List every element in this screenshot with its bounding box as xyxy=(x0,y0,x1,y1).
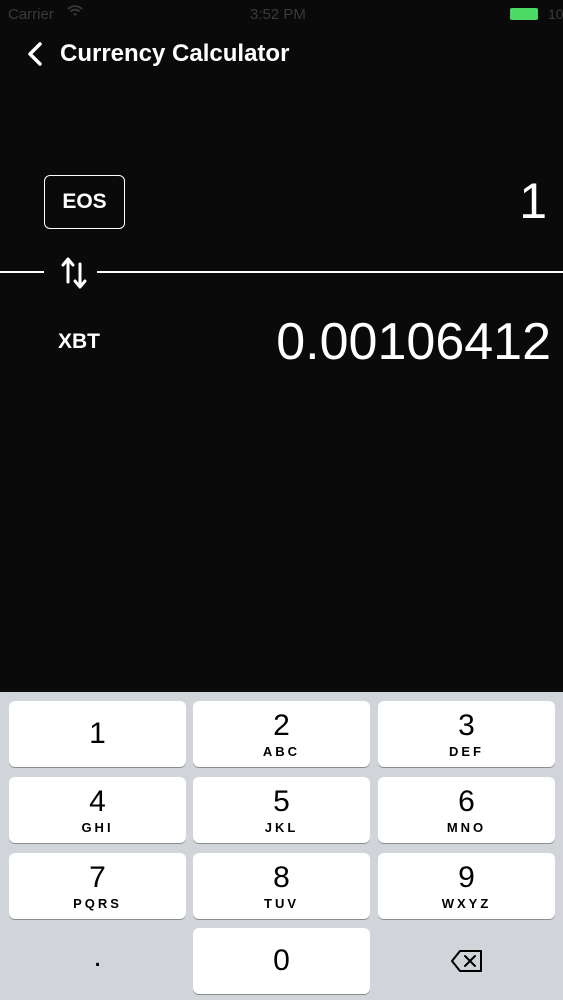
chevron-left-icon xyxy=(28,42,42,66)
back-button[interactable] xyxy=(20,36,56,72)
status-bar: Carrier 3:52 PM 100 xyxy=(0,0,563,30)
key-letters: GHI xyxy=(81,819,114,835)
from-amount-input[interactable]: 1 xyxy=(519,172,547,230)
to-currency-label[interactable]: XBT xyxy=(58,330,100,354)
page-title: Currency Calculator xyxy=(60,40,290,67)
key-letters: WXYZ xyxy=(441,895,492,911)
key-letters: MNO xyxy=(446,819,487,835)
key-0[interactable]: 0 xyxy=(193,928,370,994)
backspace-icon xyxy=(450,950,482,972)
key-7[interactable]: 7 PQRS xyxy=(9,853,186,919)
divider-left xyxy=(0,271,44,273)
key-letters: ABC xyxy=(262,743,301,759)
numeric-keypad: 1 2 ABC 3 DEF 4 GHI 5 JKL 6 MNO 7 PQRS 8 xyxy=(0,692,563,1000)
key-decimal[interactable]: . xyxy=(9,928,186,994)
key-1[interactable]: 1 xyxy=(9,701,186,767)
key-3[interactable]: 3 DEF xyxy=(378,701,555,767)
status-time: 3:52 PM xyxy=(250,6,306,23)
key-4[interactable]: 4 GHI xyxy=(9,777,186,843)
battery-icon xyxy=(510,8,538,20)
key-digit: 2 xyxy=(273,708,290,742)
currency-calculator-screen: Carrier 3:52 PM 100 Currency Calculator … xyxy=(0,0,563,1000)
key-6[interactable]: 6 MNO xyxy=(378,777,555,843)
key-digit: 0 xyxy=(273,944,290,977)
key-digit: 8 xyxy=(273,860,290,894)
key-letters: DEF xyxy=(449,743,484,759)
key-digit: . xyxy=(93,940,102,973)
key-digit: 9 xyxy=(458,860,475,894)
key-backspace[interactable] xyxy=(378,928,555,994)
key-digit: 4 xyxy=(89,784,106,818)
key-digit: 5 xyxy=(273,784,290,818)
key-5[interactable]: 5 JKL xyxy=(193,777,370,843)
status-carrier: Carrier xyxy=(8,6,54,23)
key-digit: 1 xyxy=(89,717,106,750)
key-letters: JKL xyxy=(264,819,299,835)
key-digit: 6 xyxy=(458,784,475,818)
swap-button[interactable] xyxy=(56,252,92,292)
from-currency-button[interactable]: EOS xyxy=(44,175,125,229)
key-digit: 7 xyxy=(89,860,106,894)
divider-right xyxy=(97,271,563,273)
key-9[interactable]: 9 WXYZ xyxy=(378,853,555,919)
key-8[interactable]: 8 TUV xyxy=(193,853,370,919)
key-digit: 3 xyxy=(458,708,475,742)
key-letters: PQRS xyxy=(73,895,122,911)
key-letters: TUV xyxy=(264,895,299,911)
wifi-icon xyxy=(66,4,84,23)
battery-percent: 100 xyxy=(548,6,563,22)
to-amount-display: 0.00106412 xyxy=(276,313,551,371)
key-2[interactable]: 2 ABC xyxy=(193,701,370,767)
swap-vertical-icon xyxy=(61,257,87,289)
